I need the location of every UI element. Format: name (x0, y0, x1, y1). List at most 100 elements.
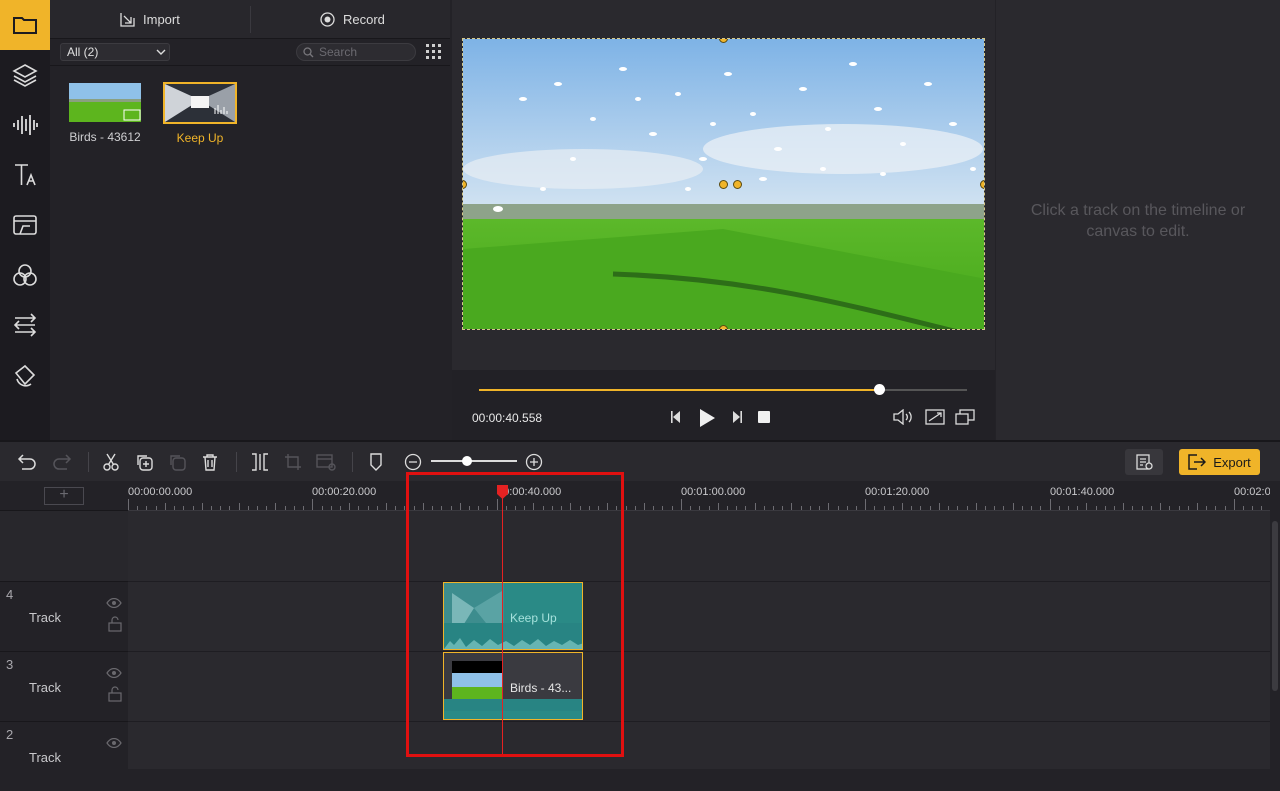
toolbar-divider (250, 6, 251, 33)
layers-button[interactable] (0, 50, 50, 100)
step-forward-icon[interactable] (731, 410, 743, 424)
step-back-icon[interactable] (670, 410, 682, 424)
toolbar-separator (236, 452, 237, 472)
freeze-frame-button[interactable] (316, 452, 336, 472)
track-lane[interactable] (128, 651, 1270, 721)
record-icon (320, 12, 335, 27)
record-button[interactable]: Record (320, 0, 385, 39)
search-icon (303, 47, 314, 58)
track-lane[interactable] (128, 581, 1270, 651)
copy-button[interactable] (134, 452, 154, 472)
track-header-2[interactable]: 2 Track (0, 721, 128, 791)
center-handle[interactable] (719, 180, 728, 189)
zoom-in-button[interactable] (524, 452, 544, 472)
export-button[interactable]: Export (1179, 449, 1260, 475)
scissors-icon (103, 453, 119, 471)
animations-button[interactable] (0, 350, 50, 400)
filters-button[interactable] (0, 250, 50, 300)
playback-controls: 00:00:40.558 (452, 370, 995, 440)
fullscreen-icon[interactable] (955, 409, 975, 425)
ruler-label: 00:00:20.000 (312, 486, 377, 498)
track-header-3[interactable]: 3 Track (0, 651, 128, 721)
split-icon (252, 453, 268, 471)
export-settings-button[interactable] (1125, 449, 1163, 475)
crop-icon (285, 454, 301, 470)
freeze-frame-icon (316, 454, 336, 471)
landscape-thumbnail-image (69, 83, 141, 122)
zoom-in-icon (525, 453, 543, 471)
unlock-icon[interactable] (108, 686, 122, 702)
preview-canvas[interactable] (462, 38, 985, 330)
ruler-label: 00:01:40.000 (1050, 486, 1115, 498)
media-item-birds[interactable]: Birds - 43612 (65, 82, 145, 144)
undo-icon (17, 454, 36, 470)
track-number: 2 (6, 727, 14, 742)
transitions-button[interactable] (0, 300, 50, 350)
text-button[interactable] (0, 150, 50, 200)
zoom-slider-knob[interactable] (462, 456, 472, 466)
track-headers: 4 Track 3 Track 2 Track (0, 511, 128, 791)
media-item-label: Keep Up (176, 131, 224, 145)
timeline-tracks[interactable]: Keep Up Birds - 43... (128, 511, 1270, 769)
current-timecode: 00:00:40.558 (472, 411, 543, 425)
rotate-handle[interactable] (733, 180, 742, 189)
media-item-keep-up[interactable]: Keep Up (160, 82, 240, 145)
resize-handle-right[interactable] (980, 180, 984, 189)
track-name: Track (29, 750, 62, 765)
eye-icon[interactable] (106, 598, 122, 608)
cut-button[interactable] (101, 452, 121, 472)
paste-button[interactable] (167, 452, 187, 472)
timeline-ruler[interactable]: 00:00:00.000 00:00:20.000 00:00:40.000 0… (128, 481, 1270, 511)
track-name: Track (29, 680, 62, 695)
progress-knob[interactable] (874, 384, 886, 395)
redo-button[interactable] (52, 452, 72, 472)
import-label: Import (143, 12, 180, 27)
media-library-panel: Import Record All (2) Search Birds - 436… (50, 0, 450, 440)
resize-handle-bottom[interactable] (719, 325, 728, 329)
grid-view-icon[interactable] (426, 44, 441, 59)
volume-icon[interactable] (893, 409, 915, 425)
undo-button[interactable] (17, 452, 37, 472)
marker-button[interactable] (366, 452, 386, 472)
aspect-ratio-icon[interactable] (925, 409, 945, 425)
timeline-toolbar: Export (0, 440, 1280, 481)
overlays-button[interactable] (0, 200, 50, 250)
add-track-button[interactable]: + (44, 487, 84, 505)
crop-button[interactable] (283, 452, 303, 472)
timeline-scrollbar[interactable] (1270, 511, 1280, 769)
scrollbar-thumb[interactable] (1272, 521, 1278, 691)
stop-icon[interactable] (757, 410, 771, 424)
audio-button[interactable] (0, 100, 50, 150)
import-icon (120, 13, 135, 27)
media-filter-dropdown[interactable]: All (2) (60, 43, 170, 61)
ruler-label: 00:02:00.000 (1234, 486, 1270, 498)
track-header-4[interactable]: 4 Track (0, 581, 128, 651)
media-folder-button[interactable] (0, 0, 50, 50)
track-lane[interactable] (128, 721, 1270, 769)
eye-icon[interactable] (106, 668, 122, 678)
eye-icon[interactable] (106, 738, 122, 748)
split-button[interactable] (250, 452, 270, 472)
unlock-icon[interactable] (108, 616, 122, 632)
import-button[interactable]: Import (120, 0, 180, 39)
track-name: Track (29, 610, 62, 625)
record-label: Record (343, 12, 385, 27)
zoom-out-button[interactable] (403, 452, 423, 472)
chevron-down-icon (156, 49, 166, 55)
tunnel-thumbnail-image (165, 84, 235, 122)
copy-icon (137, 455, 153, 471)
tool-sidebar (0, 0, 50, 440)
media-thumbnail (163, 82, 237, 124)
play-icon[interactable] (698, 408, 716, 428)
marker-icon (370, 453, 382, 471)
annotation-highlight-box (406, 472, 624, 757)
media-search-input[interactable]: Search (296, 43, 416, 61)
ruler-label: 00:01:20.000 (865, 486, 930, 498)
zoom-slider-track[interactable] (431, 460, 517, 462)
export-icon (1188, 454, 1207, 470)
toolbar-separator (88, 452, 89, 472)
settings-icon (1136, 454, 1153, 470)
timeline-header: + (0, 481, 128, 511)
delete-button[interactable] (200, 452, 220, 472)
zoom-out-icon (404, 453, 422, 471)
